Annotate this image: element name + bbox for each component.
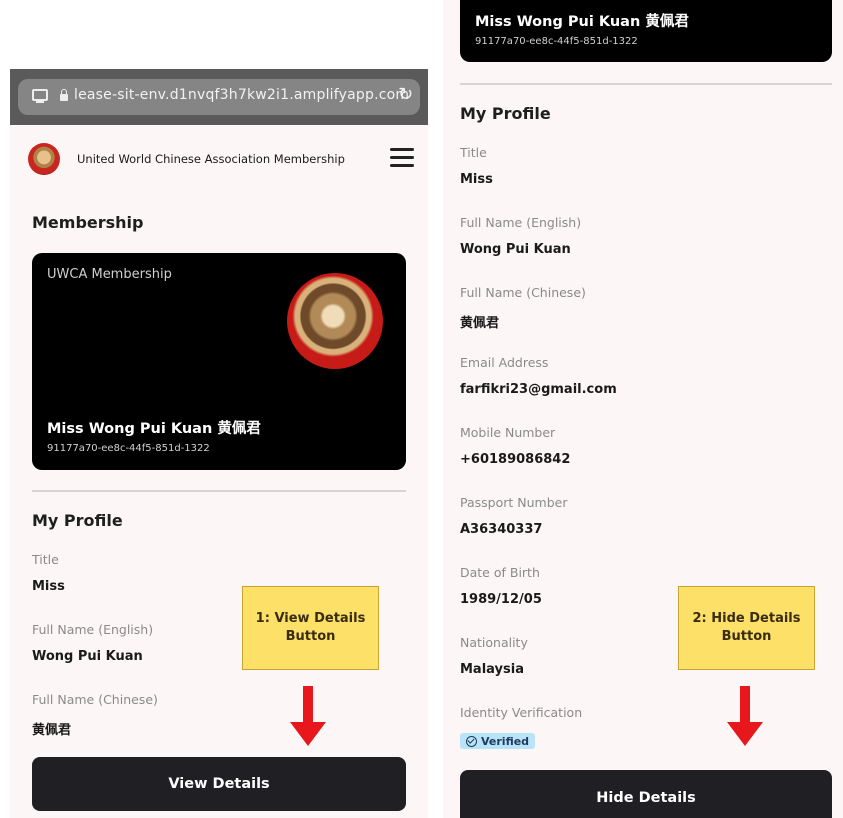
callout-step-2-line1: 2: Hide Details [692, 611, 801, 626]
field-value-full-name-english: Wong Pui Kuan [460, 242, 571, 257]
screenshot-view-details: lease-sit-env.d1nvqf3h7kw2i1.amplifyapp.… [10, 69, 428, 818]
membership-card: Miss Wong Pui Kuan 黄佩君 91177a70-ee8c-44f… [460, 0, 832, 62]
field-value-full-name-chinese: 黄佩君 [32, 723, 72, 738]
profile-section-title: My Profile [460, 104, 551, 123]
field-label-nationality: Nationality [460, 635, 528, 650]
field-value-email: farfikri23@gmail.com [460, 382, 617, 397]
field-label-full-name-chinese: Full Name (Chinese) [460, 285, 586, 300]
arrow-down-icon [727, 686, 763, 746]
arrow-down-icon [290, 686, 326, 746]
org-name: United World Chinese Association Members… [77, 152, 345, 166]
card-member-id: 91177a70-ee8c-44f5-851d-1322 [47, 443, 210, 454]
view-details-button[interactable]: View Details [32, 757, 406, 811]
field-value-mobile: +60189086842 [460, 452, 571, 467]
tab-overview-icon[interactable] [32, 89, 48, 103]
uwca-logo[interactable] [28, 143, 60, 175]
callout-step-2-line2: Button [721, 629, 772, 644]
hamburger-menu-icon[interactable] [390, 148, 414, 168]
lock-icon [60, 89, 68, 101]
field-label-passport: Passport Number [460, 495, 568, 510]
field-label-mobile: Mobile Number [460, 425, 556, 440]
verified-badge: Verified [460, 733, 536, 749]
field-value-date-of-birth: 1989/12/05 [460, 592, 542, 607]
field-value-title: Miss [460, 172, 493, 187]
reload-icon[interactable]: ↻ [398, 84, 413, 105]
field-label-full-name-english: Full Name (English) [460, 215, 582, 230]
uwca-seal-image [287, 273, 383, 369]
card-member-name: Miss Wong Pui Kuan 黄佩君 [475, 14, 689, 30]
profile-section-title: My Profile [32, 511, 123, 530]
membership-card: UWCA Membership Miss Wong Pui Kuan 黄佩君 9… [32, 253, 406, 470]
field-value-nationality: Malaysia [460, 662, 524, 677]
url-text[interactable]: lease-sit-env.d1nvqf3h7kw2i1.amplifyapp.… [74, 87, 409, 103]
field-label-identity-verification: Identity Verification [460, 705, 583, 720]
screenshot-hide-details: Miss Wong Pui Kuan 黄佩君 91177a70-ee8c-44f… [443, 0, 843, 818]
field-value-full-name-english: Wong Pui Kuan [32, 649, 143, 664]
field-label-title: Title [460, 145, 487, 160]
card-member-id: 91177a70-ee8c-44f5-851d-1322 [475, 36, 638, 47]
check-circle-icon [466, 735, 477, 747]
hide-details-button[interactable]: Hide Details [460, 770, 832, 818]
field-value-title: Miss [32, 579, 65, 594]
browser-address-bar: lease-sit-env.d1nvqf3h7kw2i1.amplifyapp.… [10, 69, 428, 125]
app-header: United World Chinese Association Members… [10, 125, 428, 195]
field-label-date-of-birth: Date of Birth [460, 565, 540, 580]
field-value-passport: A36340337 [460, 522, 543, 537]
callout-step-1-line1: 1: View Details [255, 611, 366, 626]
field-value-full-name-chinese: 黄佩君 [460, 316, 500, 331]
divider [32, 490, 406, 492]
field-label-title: Title [32, 552, 59, 567]
field-label-full-name-chinese: Full Name (Chinese) [32, 692, 158, 707]
callout-step-1-line2: Button [285, 629, 336, 644]
membership-section-title: Membership [32, 213, 144, 232]
url-field[interactable]: lease-sit-env.d1nvqf3h7kw2i1.amplifyapp.… [18, 79, 420, 115]
card-member-name: Miss Wong Pui Kuan 黄佩君 [47, 421, 261, 437]
callout-step-2: 2: Hide Details Button [678, 586, 815, 670]
verified-badge-label: Verified [481, 734, 530, 748]
field-label-email: Email Address [460, 355, 549, 370]
field-label-full-name-english: Full Name (English) [32, 622, 154, 637]
divider [460, 83, 832, 85]
card-type: UWCA Membership [47, 267, 172, 282]
callout-step-1: 1: View Details Button [242, 586, 379, 670]
